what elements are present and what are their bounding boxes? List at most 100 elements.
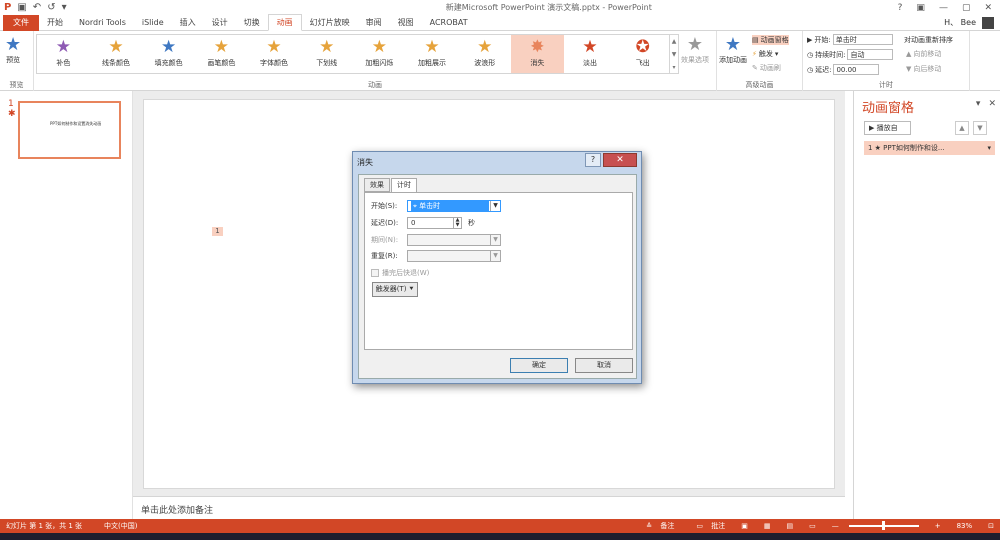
dialog-help-button[interactable]: ? [585,153,601,167]
zoom-out-icon[interactable]: — [832,522,839,530]
zoom-slider-thumb[interactable] [881,521,885,530]
start-select[interactable]: 单击时 [832,34,893,45]
animation-painter-button[interactable]: ✎ 动画刷 [752,63,781,73]
tab-design[interactable]: 设计 [204,15,236,31]
timing-panel: 开始(S): ⌖ 单击时 ▼ 延迟(D): 0 ▲ ▼ 秒 期间(N): ▼ 重复(R… [364,192,633,350]
animation-gallery: ★ 补色 ★ 线条颜色 ★ 填充颜色 ★ 画笔颜色 ★ 字体颜色 ★ 下划线 ★ 加粗闪烁 ★… [36,34,670,74]
normal-view-icon[interactable]: ▣ [741,522,748,530]
zoom-in-icon[interactable]: + [935,522,941,530]
title-bar: P ▣ ↶ ↺ ▾ 新建Microsoft PowerPoint 演示文稿.pp… [0,0,1000,15]
tab-acrobat[interactable]: ACROBAT [422,15,476,31]
tab-review[interactable]: 审阅 [358,15,390,31]
delay-spinner[interactable]: 0 ▲ ▼ [407,217,462,229]
move-later-button[interactable]: ▼ 向后移动 [906,64,941,74]
effect-wave[interactable]: ★ 波浪形 [458,35,511,73]
effect-fly-out[interactable]: ✪ 飞出 [616,35,669,73]
animation-list-item[interactable]: 1 ★ PPT如何制作和设... ▾ [864,141,995,155]
item-dropdown-icon[interactable]: ▾ [987,141,991,155]
tab-effect[interactable]: 效果 [364,178,390,192]
lightning-icon: ⚡ [752,50,757,58]
language-status[interactable]: 中文(中国) [104,521,137,531]
close-button[interactable]: ✕ [984,3,992,13]
help-icon[interactable]: ? [898,3,903,13]
spinner-arrows-icon[interactable]: ▲ ▼ [453,218,461,228]
start-control: ▶ 开始: 单击时 [807,34,893,45]
effect-font-color[interactable]: ★ 字体颜色 [248,35,301,73]
move-up-button[interactable]: ▲ [955,121,969,135]
start-dropdown[interactable]: ⌖ 单击时 ▼ [407,200,501,212]
dialog-body: 效果 计时 开始(S): ⌖ 单击时 ▼ 延迟(D): 0 ▲ ▼ 秒 期间(N): … [358,174,637,379]
minimize-button[interactable]: — [939,3,948,13]
pane-menu-icon[interactable]: ▾ [976,99,981,109]
tab-timing[interactable]: 计时 [391,178,417,193]
ribbon-display-icon[interactable]: ▣ [916,3,925,13]
delay-control: ◷ 延迟: 00.00 [807,64,880,75]
save-icon[interactable]: ▣ [17,2,26,13]
play-from-button[interactable]: ▶ 播放自 [864,121,911,135]
trigger-button[interactable]: 触发器(T) ⯆ [372,282,418,297]
slide-thumbnail[interactable]: PPT如何制作和设置消失动画 [18,101,121,159]
tab-slideshow[interactable]: 幻灯片放映 [302,15,358,31]
add-animation-button[interactable]: ★ 添加动画 [719,35,747,65]
start-label: 开始(S): [371,202,398,210]
effect-options-button[interactable]: ★ 效果选项 [681,35,709,65]
animation-order-tag[interactable]: 1 [212,227,223,236]
preview-button[interactable]: ★ 预览 [5,35,21,65]
start-row: 开始(S): ⌖ 单击时 ▼ [371,200,501,212]
tab-insert[interactable]: 插入 [172,15,204,31]
customize-qat-icon[interactable]: ▾ [62,2,67,13]
repeat-label: 重复(R): [371,252,398,260]
effect-brush-color[interactable]: ★ 画笔颜色 [195,35,248,73]
cancel-button[interactable]: 取消 [575,358,633,373]
tab-view[interactable]: 视图 [390,15,422,31]
tab-file[interactable]: 文件 [3,14,39,31]
slide-count: 幻灯片 第 1 张，共 1 张 [6,522,83,530]
effect-line-color[interactable]: ★ 线条颜色 [90,35,143,73]
pane-close-icon[interactable]: ✕ [988,99,996,109]
reading-view-icon[interactable]: ▤ [786,522,793,530]
rewind-checkbox[interactable] [371,269,379,277]
move-earlier-button[interactable]: ▲ 向前移动 [906,49,941,59]
notes-area[interactable]: 单击此处添加备注 [133,496,845,519]
tab-home[interactable]: 开始 [39,15,71,31]
delay-input[interactable]: 00.00 [833,64,880,75]
ok-button[interactable]: 确定 [510,358,568,373]
window-title: 新建Microsoft PowerPoint 演示文稿.pptx - Power… [445,3,652,12]
tab-nordri-tools[interactable]: Nordri Tools [71,15,134,31]
effect-fade-out[interactable]: ★ 淡出 [564,35,617,73]
tab-animations[interactable]: 动画 [267,14,302,31]
effect-underline[interactable]: ★ 下划线 [300,35,353,73]
zoom-slider[interactable] [848,521,919,530]
slide-sorter-icon[interactable]: ▦ [764,522,771,530]
repeat-dropdown[interactable]: ▼ [407,250,501,262]
animation-pane-button[interactable]: ▤ 动画窗格 [752,35,789,45]
effect-disappear[interactable]: ✸ 消失 [511,35,564,73]
star-icon: ★ [108,37,124,57]
effect-fill-color[interactable]: ★ 填充颜色 [142,35,195,73]
undo-icon[interactable]: ↶ [33,2,41,13]
dialog-close-button[interactable]: ✕ [603,153,637,167]
zoom-level[interactable]: 83% [957,522,973,530]
user-account[interactable]: H、 Bee [944,16,1000,29]
effect-bold-flash[interactable]: ★ 加粗闪烁 [353,35,406,73]
duration-input[interactable]: 自动 [847,49,894,60]
redo-icon[interactable]: ↺ [47,2,55,13]
fit-slide-icon[interactable]: ⊡ [988,522,994,530]
period-label: 期间(N): [371,236,399,244]
star-icon: ★ [582,37,598,57]
period-dropdown[interactable]: ▼ [407,234,501,246]
maximize-button[interactable]: ▢ [962,3,971,13]
notes-button[interactable]: ≙ 备注 [640,521,674,531]
move-down-button[interactable]: ▼ [973,121,987,135]
tab-transitions[interactable]: 切换 [236,15,268,31]
effect-complementary-color[interactable]: ★ 补色 [37,35,90,73]
ribbon-tabs: 文件 开始 Nordri Tools iSlide 插入 设计 切换 动画 幻灯… [0,14,1000,31]
tab-islide[interactable]: iSlide [134,15,172,31]
effect-options-icon: ★ [686,34,704,55]
slideshow-icon[interactable]: ▭ [809,522,816,530]
gallery-scroll[interactable]: ▲ ▼ ▾ [670,34,679,74]
comments-button[interactable]: ▭ 批注 [690,521,725,531]
animation-group-label: 动画 [368,81,382,89]
effect-bold-reveal[interactable]: ★ 加粗展示 [406,35,459,73]
trigger-button[interactable]: ⚡ 触发 ▾ [752,49,778,59]
